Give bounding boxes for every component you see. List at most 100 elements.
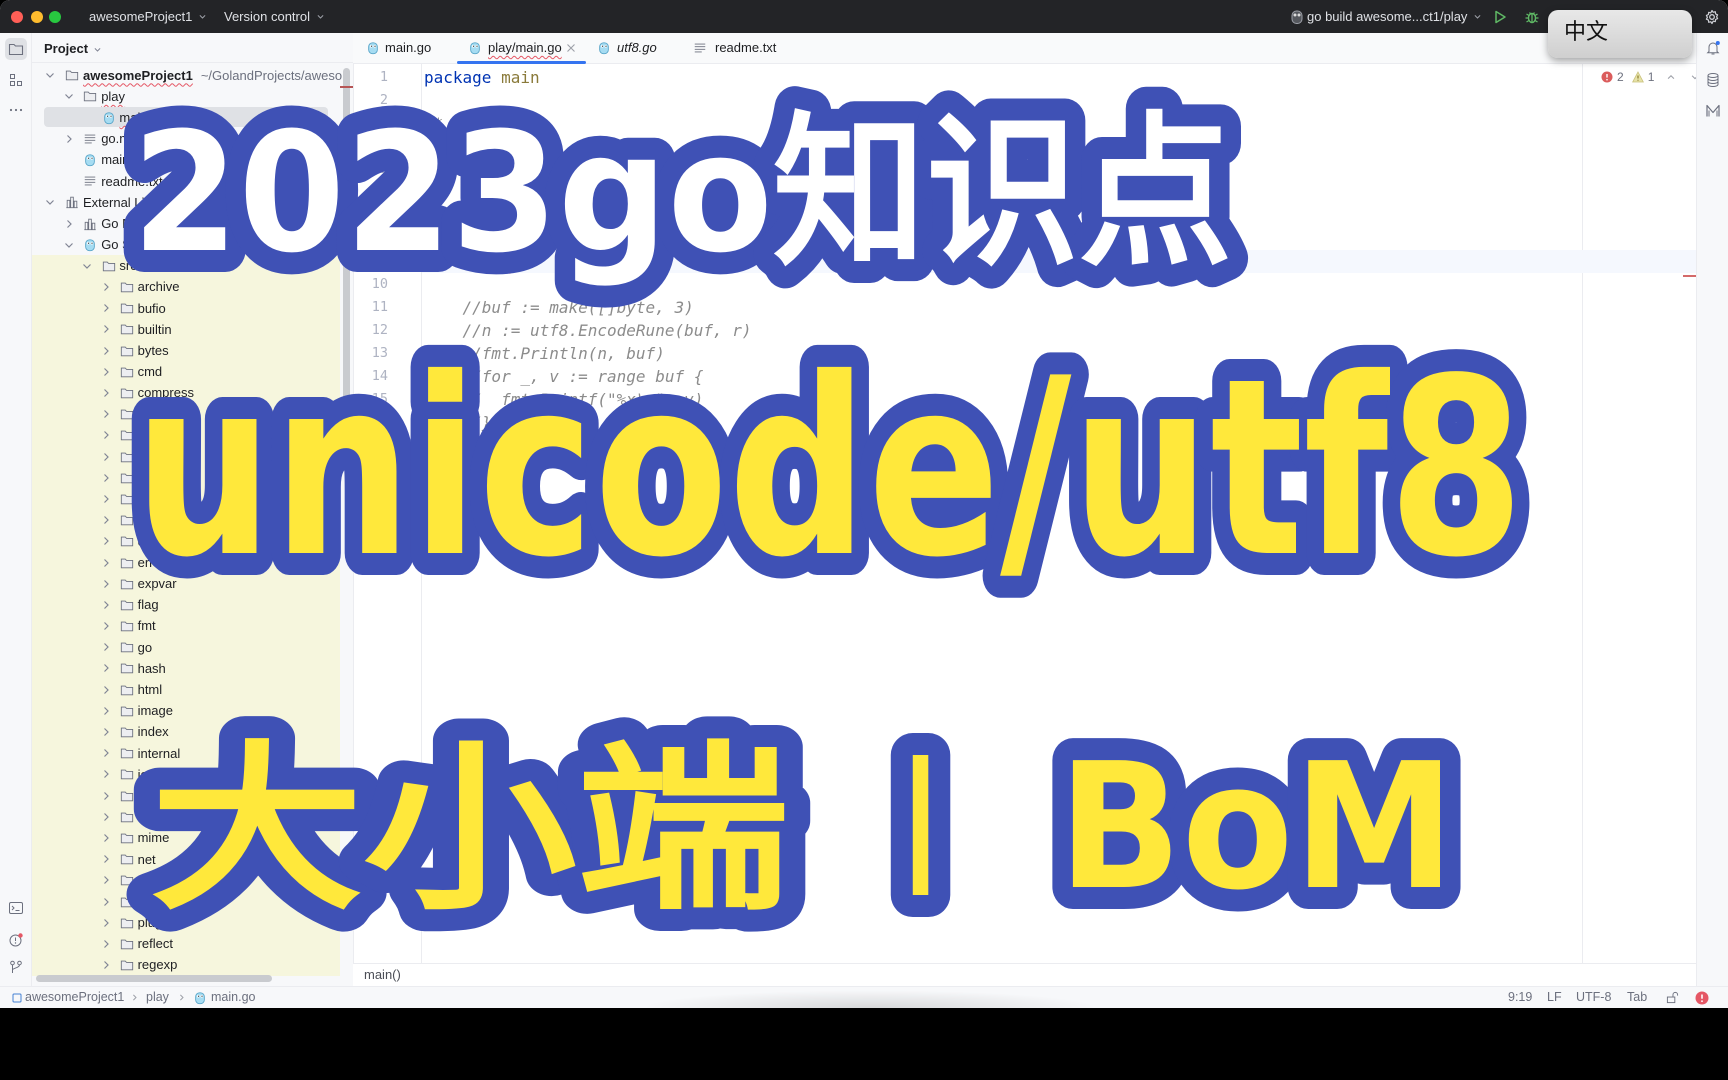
chevron-right-icon[interactable] xyxy=(100,620,112,632)
line-number[interactable]: 7 xyxy=(353,204,388,227)
tree-item[interactable]: awesomeProject1 ~/GolandProjects/awesomeP… xyxy=(32,65,342,86)
notifications-button[interactable] xyxy=(1702,37,1724,59)
chevron-right-icon[interactable] xyxy=(100,705,112,717)
code-line[interactable]: 7 xyxy=(353,204,1696,227)
code-line[interactable]: 13 //fmt.Println(n, buf) xyxy=(353,342,1696,365)
chevron-right-icon[interactable] xyxy=(100,896,112,908)
line-separator[interactable]: LF xyxy=(1547,987,1562,1008)
tree-item[interactable]: container xyxy=(32,403,342,425)
terminal-tool-button[interactable] xyxy=(5,897,27,919)
chevron-right-icon[interactable] xyxy=(100,768,112,780)
chevron-right-icon[interactable] xyxy=(100,281,112,293)
chevron-right-icon[interactable] xyxy=(100,599,112,611)
chevron-right-icon[interactable] xyxy=(100,832,112,844)
tab-main-go[interactable]: main.go xyxy=(366,33,431,63)
tree-item[interactable]: Go SDK xyxy=(32,234,342,255)
chevron-right-icon[interactable] xyxy=(63,218,75,230)
chevron-down-icon[interactable] xyxy=(81,260,93,272)
debug-button[interactable] xyxy=(1524,9,1540,25)
code-line[interactable]: 9 var r xyxy=(353,249,1696,273)
tree-item[interactable]: src xyxy=(32,255,342,277)
code-line[interactable]: 11 //buf := make([]byte, 3) xyxy=(353,296,1696,319)
code-line[interactable]: 6 * xyxy=(353,181,1696,204)
problems-tool-button[interactable] xyxy=(5,929,27,951)
tree-item[interactable]: database xyxy=(32,467,342,489)
chevron-down-icon[interactable] xyxy=(44,196,56,208)
tree-item[interactable]: errors xyxy=(32,551,342,574)
caret-position[interactable]: 9:19 xyxy=(1508,987,1532,1008)
chevron-right-icon[interactable] xyxy=(100,514,112,526)
chevron-right-icon[interactable] xyxy=(100,345,112,357)
chevron-right-icon[interactable] xyxy=(100,493,112,505)
tree-item[interactable]: play xyxy=(32,86,342,107)
chevron-right-icon[interactable] xyxy=(100,938,112,950)
tab-readme-txt[interactable]: readme.txt xyxy=(693,33,776,63)
line-number[interactable]: 3 xyxy=(353,112,388,135)
tree-item[interactable]: go xyxy=(32,636,342,658)
tree-item[interactable]: compress xyxy=(32,382,342,404)
tree-item[interactable]: bytes xyxy=(32,340,342,362)
chevron-right-icon[interactable] xyxy=(100,662,112,674)
chevron-right-icon[interactable] xyxy=(100,408,112,420)
line-number[interactable]: 6 xyxy=(353,181,388,204)
chevron-down-icon[interactable] xyxy=(44,69,56,81)
line-number[interactable]: 13 xyxy=(353,342,388,365)
chevron-right-icon[interactable] xyxy=(100,451,112,463)
chevron-right-icon[interactable] xyxy=(100,811,112,823)
file-encoding[interactable]: UTF-8 xyxy=(1576,987,1611,1008)
close-tab-icon[interactable] xyxy=(566,43,576,53)
project-vertical-scrollbar[interactable] xyxy=(343,68,350,428)
project-view-selector[interactable]: Project xyxy=(44,33,102,65)
chevron-right-icon[interactable] xyxy=(100,959,112,971)
code-line[interactable]: 14 //for _, v := range buf { xyxy=(353,365,1696,388)
run-button[interactable] xyxy=(1492,9,1508,25)
status-breadcrumb-file[interactable]: main.go xyxy=(211,987,255,1008)
line-number[interactable]: 14 xyxy=(353,365,388,388)
error-stripe-marker[interactable] xyxy=(1683,275,1696,277)
tree-item[interactable]: log xyxy=(32,784,342,807)
tree-item[interactable]: context xyxy=(32,424,342,446)
tree-item[interactable]: html xyxy=(32,679,342,701)
tree-item[interactable]: go.mod xyxy=(32,128,342,149)
code-line[interactable]: 8 xyxy=(353,227,1696,250)
indent-setting[interactable]: Tab xyxy=(1627,987,1647,1008)
ide-errors-indicator[interactable] xyxy=(1695,987,1709,1008)
code-line[interactable]: 1 package main xyxy=(353,66,1696,89)
breadcrumb-function[interactable]: main() xyxy=(364,964,401,986)
tab-play-main-go[interactable]: play/main.go xyxy=(468,33,575,63)
chevron-right-icon[interactable] xyxy=(100,853,112,865)
tree-item[interactable]: cmd xyxy=(32,361,342,383)
close-window-button[interactable] xyxy=(11,11,23,23)
tree-item[interactable]: path xyxy=(32,890,342,913)
code-line[interactable]: 10 xyxy=(353,273,1696,296)
tree-item[interactable]: reflect xyxy=(32,933,342,955)
tree-item[interactable]: net xyxy=(32,848,342,870)
chevron-right-icon[interactable] xyxy=(100,323,112,335)
tree-item[interactable]: External Libraries xyxy=(32,192,342,213)
tree-item[interactable]: expvar xyxy=(32,573,342,595)
chevron-right-icon[interactable] xyxy=(100,726,112,738)
git-tool-button[interactable] xyxy=(5,956,27,978)
code-line[interactable]: 12 //n := utf8.EncodeRune(buf, r) xyxy=(353,319,1696,342)
tab-utf8-go[interactable]: utf8.go xyxy=(597,33,657,63)
tree-item[interactable]: mime xyxy=(32,827,342,849)
code-line[interactable]: 5 xyxy=(353,158,1696,181)
tree-item[interactable]: flag xyxy=(32,594,342,616)
chevron-right-icon[interactable] xyxy=(100,578,112,590)
line-number[interactable]: 1 xyxy=(353,66,388,89)
status-breadcrumb-folder[interactable]: play xyxy=(146,987,169,1008)
chevron-right-icon[interactable] xyxy=(100,790,112,802)
line-number[interactable]: 12 xyxy=(353,319,388,342)
status-breadcrumb-project[interactable]: awesomeProject1 xyxy=(25,987,124,1008)
tree-item[interactable]: archive xyxy=(32,276,342,298)
chevron-right-icon[interactable] xyxy=(100,917,112,929)
project-switcher[interactable]: awesomeProject1 xyxy=(89,0,207,33)
chevron-down-icon[interactable] xyxy=(63,90,75,102)
tree-item[interactable]: debug xyxy=(32,488,342,510)
tree-item[interactable]: internal xyxy=(32,742,342,764)
code-area[interactable]: 1 package main 2 3/* 4 5 6 * 7 8 9 var r 10 11 //bu… xyxy=(353,66,1696,434)
tree-item[interactable]: io xyxy=(32,763,342,785)
line-number[interactable]: 4 xyxy=(353,135,388,158)
line-number[interactable]: 11 xyxy=(353,296,388,319)
line-number[interactable]: 2 xyxy=(353,89,388,112)
